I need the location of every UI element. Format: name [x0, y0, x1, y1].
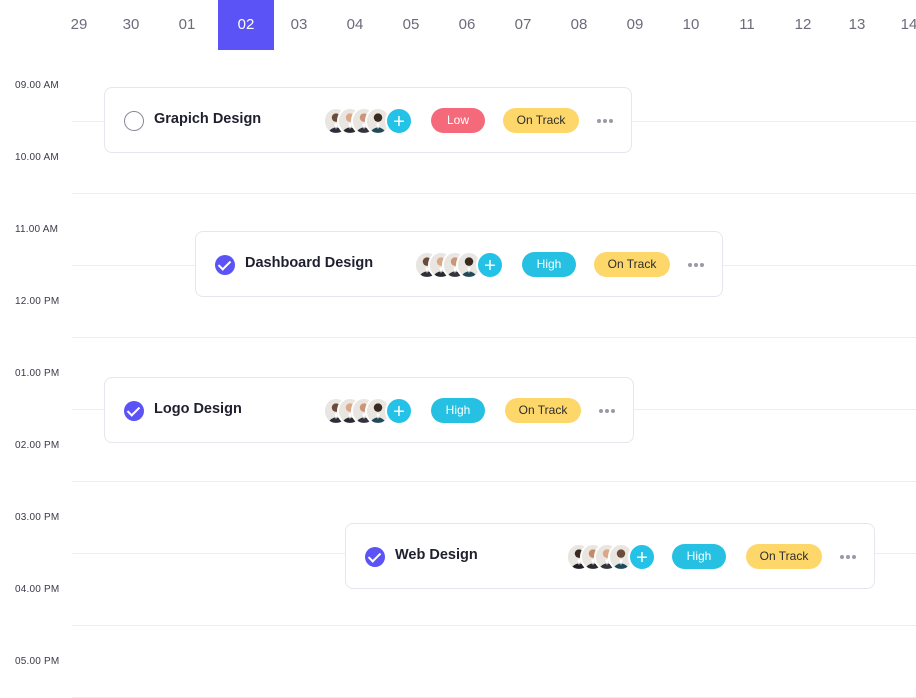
status-badge[interactable]: On Track [505, 398, 581, 423]
grid-line [72, 193, 916, 194]
avatar-group: + [566, 543, 656, 571]
task-title[interactable]: Grapich Design [154, 111, 261, 127]
date-item[interactable]: 10 [663, 0, 719, 50]
task-title[interactable]: Dashboard Design [245, 255, 373, 271]
add-member-plus-icon[interactable]: + [628, 543, 656, 571]
add-member-plus-icon[interactable]: + [385, 107, 413, 135]
date-strip: 29 30 01 02 03 04 05 06 07 08 09 10 11 1… [0, 0, 916, 50]
date-item[interactable]: 06 [439, 0, 495, 50]
task-checkbox-checked[interactable] [215, 255, 235, 275]
time-label: 01.00 PM [15, 368, 60, 379]
avatar-group: + [323, 107, 413, 135]
priority-badge[interactable]: Low [431, 108, 485, 133]
date-item[interactable]: 14 [881, 0, 916, 50]
date-item[interactable]: 08 [551, 0, 607, 50]
priority-badge[interactable]: High [431, 398, 485, 423]
grid-line [72, 481, 916, 482]
date-item[interactable]: 05 [383, 0, 439, 50]
task-checkbox-checked[interactable] [365, 547, 385, 567]
add-member-plus-icon[interactable]: + [476, 251, 504, 279]
time-label: 12.00 PM [15, 296, 60, 307]
date-item[interactable]: 01 [159, 0, 215, 50]
grid-line [72, 625, 916, 626]
task-checkbox-checked[interactable] [124, 401, 144, 421]
more-horizontal-icon[interactable] [597, 110, 617, 130]
time-label: 09.00 AM [15, 80, 59, 91]
date-item[interactable]: 11 [719, 0, 775, 50]
time-label: 04.00 PM [15, 584, 60, 595]
time-label: 02.00 PM [15, 440, 60, 451]
time-label: 03.00 PM [15, 512, 60, 523]
date-item[interactable]: 09 [607, 0, 663, 50]
task-title[interactable]: Web Design [395, 547, 478, 563]
avatar-group: + [414, 251, 504, 279]
task-card-logo-design[interactable]: Logo Design + High On Track [104, 377, 634, 443]
more-horizontal-icon[interactable] [840, 546, 860, 566]
task-card-grapich-design[interactable]: Grapich Design + Low On Track [104, 87, 632, 153]
date-item[interactable]: 30 [103, 0, 159, 50]
date-item[interactable]: 04 [327, 0, 383, 50]
add-member-plus-icon[interactable]: + [385, 397, 413, 425]
task-checkbox[interactable] [124, 111, 144, 131]
date-item[interactable]: 12 [775, 0, 831, 50]
date-item[interactable]: 29 [51, 0, 107, 50]
date-item[interactable]: 03 [271, 0, 327, 50]
avatar-group: + [323, 397, 413, 425]
more-horizontal-icon[interactable] [599, 400, 619, 420]
priority-badge[interactable]: High [672, 544, 726, 569]
grid-line [72, 337, 916, 338]
status-badge[interactable]: On Track [503, 108, 579, 133]
more-horizontal-icon[interactable] [688, 254, 708, 274]
status-badge[interactable]: On Track [594, 252, 670, 277]
task-title[interactable]: Logo Design [154, 401, 242, 417]
date-item[interactable]: 07 [495, 0, 551, 50]
status-badge[interactable]: On Track [746, 544, 822, 569]
date-item-active[interactable]: 02 [218, 0, 274, 50]
time-label: 10.00 AM [15, 152, 59, 163]
task-card-web-design[interactable]: Web Design + High On Track [345, 523, 875, 589]
task-card-dashboard-design[interactable]: Dashboard Design + High On Track [195, 231, 723, 297]
time-label: 11.00 AM [15, 224, 59, 235]
date-item[interactable]: 13 [829, 0, 885, 50]
time-label: 05.00 PM [15, 656, 60, 667]
priority-badge[interactable]: High [522, 252, 576, 277]
